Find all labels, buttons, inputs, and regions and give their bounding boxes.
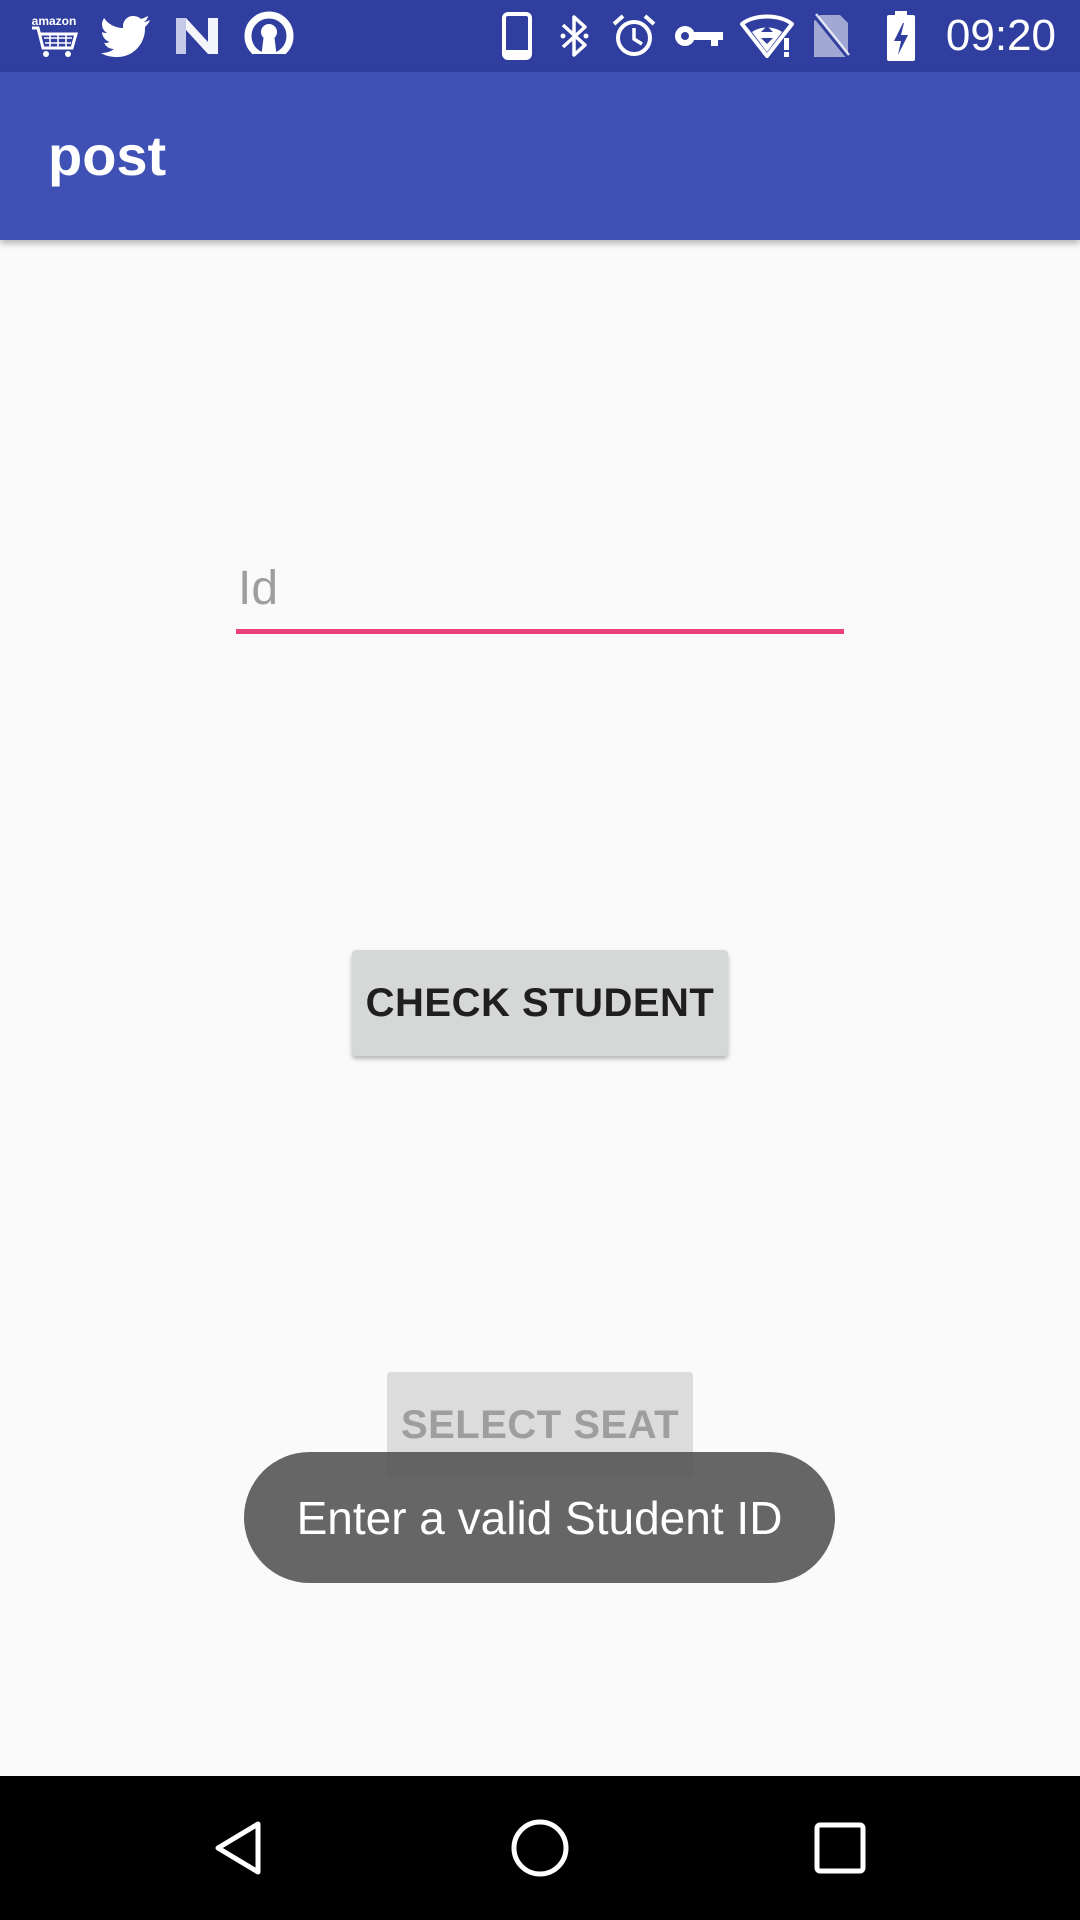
nova-launcher-icon xyxy=(172,0,222,72)
check-student-button[interactable]: CHECK STUDENT xyxy=(352,950,728,1056)
twitter-icon xyxy=(100,0,152,72)
app-bar: post xyxy=(0,72,1080,240)
vpn-key-icon xyxy=(672,0,726,72)
amazon-shopping-icon: amazon xyxy=(28,0,80,72)
bluetooth-icon xyxy=(554,0,594,72)
alarm-icon xyxy=(610,0,658,72)
amazon-label: amazon xyxy=(32,14,77,28)
app-title: post xyxy=(48,124,167,187)
home-icon[interactable] xyxy=(468,1776,612,1920)
openvpn-icon xyxy=(242,0,296,72)
student-id-input[interactable] xyxy=(236,548,844,634)
navigation-bar xyxy=(0,1776,1080,1920)
battery-charging-icon xyxy=(884,0,918,72)
no-sim-icon xyxy=(810,0,852,72)
status-clock: 09:20 xyxy=(945,11,1056,60)
recents-icon[interactable] xyxy=(768,1776,912,1920)
status-bar: amazon 09:20 xyxy=(0,0,1080,72)
wifi-icon xyxy=(740,0,794,72)
back-icon[interactable] xyxy=(168,1776,312,1920)
phone-icon xyxy=(498,0,536,72)
toast-message: Enter a valid Student ID xyxy=(244,1452,835,1583)
